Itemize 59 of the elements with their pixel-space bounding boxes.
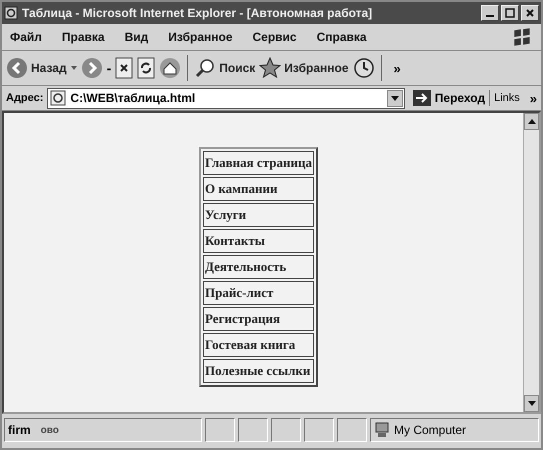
refresh-button[interactable]: [137, 57, 156, 79]
history-button[interactable]: [352, 57, 374, 79]
status-panel: [238, 418, 268, 442]
forward-button[interactable]: [80, 57, 103, 79]
up-arrow-icon: [528, 119, 536, 124]
address-field[interactable]: C:\WEB\таблица.html: [47, 88, 405, 108]
go-button[interactable]: Переход: [408, 90, 490, 106]
caret-icon: [390, 96, 399, 100]
down-arrow-icon: [528, 401, 536, 406]
minimize-icon: [486, 15, 494, 17]
maximize-icon: [505, 8, 515, 18]
status-panel: [205, 418, 235, 442]
caret-icon[interactable]: [70, 66, 77, 70]
star-icon: [259, 57, 282, 79]
status-panel: [337, 418, 367, 442]
table-cell: Прайс-лист: [203, 281, 314, 305]
scroll-up-button[interactable]: [524, 113, 539, 130]
status-text: ово: [40, 424, 59, 436]
more-button[interactable]: »: [530, 90, 537, 106]
favorites-button[interactable]: Избранное: [259, 57, 348, 79]
minimize-button[interactable]: [481, 5, 499, 21]
address-label: Адрес:: [6, 92, 44, 104]
table-cell: Регистрация: [203, 307, 314, 331]
more-button[interactable]: »: [394, 60, 401, 76]
page-icon: [50, 90, 66, 106]
scroll-down-button[interactable]: [524, 395, 539, 412]
menu-item[interactable]: Вид: [124, 30, 148, 44]
close-icon: [525, 8, 535, 18]
table-cell: Главная страница: [203, 151, 314, 175]
status-text: firm: [8, 423, 31, 437]
menu-item[interactable]: Избранное: [168, 30, 232, 44]
scrollbar[interactable]: [523, 113, 539, 412]
table-cell: Контакты: [203, 229, 314, 253]
zone-text: My Computer: [394, 423, 466, 437]
table-cell: Деятельность: [203, 255, 314, 279]
menu-item[interactable]: Справка: [316, 30, 367, 44]
menu-item[interactable]: Сервис: [252, 30, 297, 44]
dash-text: -: [106, 60, 112, 76]
search-icon: [194, 57, 216, 79]
dropdown-button[interactable]: [386, 90, 403, 106]
close-button[interactable]: [521, 5, 539, 21]
window-title: Таблица - Microsoft Internet Explorer - [Автономная работа]: [22, 6, 374, 20]
maximize-button[interactable]: [501, 5, 519, 21]
table-cell: Услуги: [203, 203, 314, 227]
stop-button[interactable]: [115, 57, 134, 79]
home-button[interactable]: [159, 57, 182, 79]
links-button[interactable]: Links: [494, 92, 520, 104]
address-text: C:\WEB\таблица.html: [70, 91, 196, 105]
table-cell: Полезные ссылки: [203, 359, 314, 383]
back-button[interactable]: Назад: [6, 57, 67, 79]
table-cell: Гостевая книга: [203, 333, 314, 357]
status-panel: [304, 418, 334, 442]
table-cell: О кампании: [203, 177, 314, 201]
computer-icon: [374, 422, 390, 438]
status-panel: [271, 418, 301, 442]
menu-item[interactable]: Правка: [62, 30, 105, 44]
document-icon: [4, 6, 18, 20]
menu-item[interactable]: Файл: [10, 30, 42, 44]
search-button[interactable]: Поиск: [194, 57, 256, 79]
